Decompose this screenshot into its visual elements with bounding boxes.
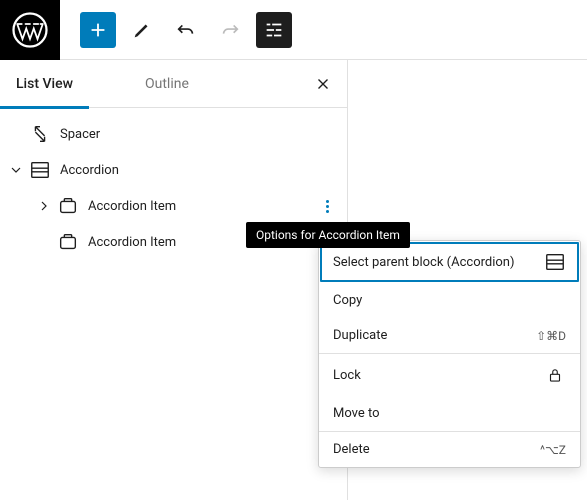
close-panel-button[interactable] — [307, 68, 339, 100]
edit-mode-button[interactable] — [124, 12, 160, 48]
options-tooltip: Options for Accordion Item — [246, 222, 410, 248]
close-icon — [314, 75, 332, 93]
chevron-down-icon[interactable] — [4, 158, 28, 182]
wp-logo-button[interactable] — [0, 0, 60, 60]
accordion-icon — [544, 251, 566, 273]
spacer-icon — [28, 122, 52, 146]
menu-label: Copy — [333, 293, 362, 308]
chevron-right-icon[interactable] — [32, 194, 56, 218]
menu-label: Move to — [333, 406, 380, 421]
keyboard-shortcut: ^⌥Z — [540, 443, 566, 457]
tab-outline[interactable]: Outline — [129, 60, 205, 108]
keyboard-shortcut: ⇧⌘D — [536, 329, 566, 343]
menu-label: Lock — [333, 368, 361, 383]
menu-label: Delete — [333, 442, 370, 457]
block-label: Spacer — [60, 127, 339, 142]
menu-copy[interactable]: Copy — [319, 283, 580, 318]
block-options-menu: Select parent block (Accordion) Copy Dup… — [318, 240, 581, 468]
menu-label: Duplicate — [333, 328, 387, 343]
plus-icon — [87, 19, 109, 41]
wordpress-icon — [12, 12, 48, 48]
undo-icon — [175, 19, 197, 41]
add-block-button[interactable] — [80, 12, 116, 48]
undo-button[interactable] — [168, 12, 204, 48]
block-row-accordion-item-1[interactable]: Accordion Item — [0, 188, 347, 224]
block-options-button[interactable] — [315, 194, 339, 218]
redo-icon — [219, 19, 241, 41]
tab-list-view[interactable]: List View — [0, 60, 89, 108]
menu-label: Select parent block (Accordion) — [333, 255, 515, 270]
accordion-item-icon — [56, 194, 80, 218]
menu-move-to[interactable]: Move to — [319, 396, 580, 431]
toolbar-buttons — [60, 12, 292, 48]
block-row-spacer[interactable]: Spacer — [0, 116, 347, 152]
menu-duplicate[interactable]: Duplicate ⇧⌘D — [319, 318, 580, 353]
lock-icon — [544, 364, 566, 386]
redo-button — [212, 12, 248, 48]
panel-tabs: List View Outline — [0, 60, 347, 108]
list-view-icon — [263, 19, 285, 41]
top-toolbar — [0, 0, 587, 60]
listview-toggle-button[interactable] — [256, 12, 292, 48]
block-label: Accordion Item — [88, 199, 315, 214]
menu-lock[interactable]: Lock — [319, 354, 580, 396]
block-row-accordion[interactable]: Accordion — [0, 152, 347, 188]
menu-delete[interactable]: Delete ^⌥Z — [319, 432, 580, 467]
accordion-icon — [28, 158, 52, 182]
block-label: Accordion — [60, 163, 339, 178]
accordion-item-icon — [56, 230, 80, 254]
pencil-icon — [131, 19, 153, 41]
